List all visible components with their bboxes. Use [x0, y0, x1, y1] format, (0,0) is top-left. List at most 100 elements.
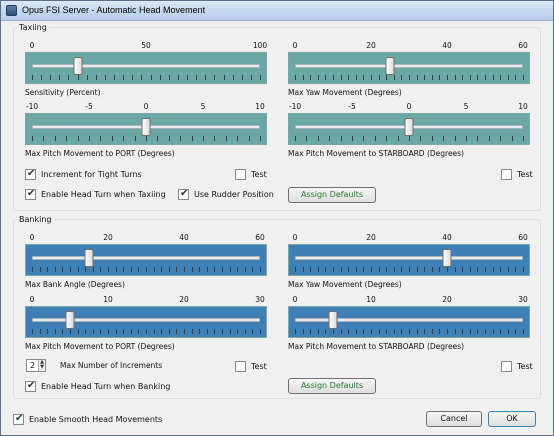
taxi-pitch-starboard-tick-mark: [466, 136, 467, 141]
bank-pitch-port-tick-mark: [237, 329, 239, 334]
ok-button[interactable]: OK: [488, 411, 536, 427]
bank-max-angle-slider[interactable]: [25, 244, 267, 276]
taxi-sensitivity-slider-thumb[interactable]: [73, 57, 83, 75]
taxi-pitch-port-tick-mark: [248, 136, 250, 141]
taxi-max-yaw-slider[interactable]: [288, 52, 530, 84]
bank-pitch-starboard-tick-label: 30: [518, 295, 528, 304]
taxi-sensitivity-tick-label: 100: [252, 41, 268, 50]
bank-pitch-starboard-tick-label: 20: [442, 295, 452, 304]
taxi-pitch-starboard-tick-label: -10: [288, 102, 302, 111]
bank-pitch-port-slider[interactable]: [25, 306, 267, 338]
bank-max-yaw-tick-mark: [416, 267, 418, 272]
bank-test-starboard-checkbox[interactable]: Test: [501, 361, 533, 372]
taxi-sensitivity-tick-mark: [196, 75, 198, 80]
taxi-pitch-port-tick-mark: [225, 136, 227, 141]
bank-max-angle-tick-mark: [229, 267, 231, 272]
bank-max-yaw-slider[interactable]: [288, 244, 530, 276]
bank-max-yaw-tick-mark: [515, 267, 517, 272]
smooth-head-movements-checkbox[interactable]: ✔ Enable Smooth Head Movements: [13, 413, 162, 425]
taxi-pitch-port-slider-thumb[interactable]: [141, 118, 151, 136]
taxi-pitch-starboard-tick-mark: [329, 136, 331, 141]
bank-max-angle-tick-mark: [176, 267, 178, 272]
bank-max-yaw-tick-label: 60: [518, 233, 528, 242]
bank-max-yaw-tick-label: 40: [442, 233, 452, 242]
bank-head-turn-checkbox[interactable]: ✔ Enable Head Turn when Banking: [25, 380, 170, 392]
taxi-pitch-port-tick-mark: [168, 136, 170, 141]
bank-pitch-port-tick-mark: [191, 329, 193, 334]
bank-pitch-starboard-tick-mark: [507, 329, 509, 334]
bank-pitch-port-tick-mark: [146, 329, 147, 334]
taxi-pitch-port-tick-label: 0: [143, 102, 149, 111]
bank-max-angle-slider-thumb[interactable]: [84, 249, 94, 267]
taxi-assign-defaults-button[interactable]: Assign Defaults: [288, 187, 376, 203]
bank-max-yaw-slider-thumb[interactable]: [442, 249, 452, 267]
bank-pitch-port-tick-mark: [161, 329, 163, 334]
max-increments-value: 2: [30, 361, 36, 370]
bank-max-angle-tick-mark: [77, 267, 79, 272]
taxi-pitch-starboard-slider[interactable]: [288, 113, 530, 145]
taxi-max-yaw-slider-thumb[interactable]: [385, 57, 395, 75]
taxi-pitch-port-slider[interactable]: [25, 113, 267, 145]
title-bar: Opus FSI Server - Automatic Head Movemen…: [1, 1, 553, 21]
taxi-max-yaw-tick-mark: [523, 75, 524, 80]
taxi-pitch-port-tick-mark: [214, 136, 216, 141]
taxi-max-yaw-tick-mark: [401, 75, 403, 80]
bank-pitch-starboard-tick-mark: [439, 329, 441, 334]
taxi-sensitivity-slider-rail: [32, 64, 260, 68]
bank-pitch-port-slider-thumb[interactable]: [65, 311, 75, 329]
bank-pitch-starboard-tick-mark: [492, 329, 494, 334]
bank-pitch-port-tick-mark: [115, 329, 117, 334]
bank-max-angle-tick-mark: [168, 267, 170, 272]
bank-pitch-starboard-tick-mark: [355, 329, 357, 334]
taxi-sensitivity-slider[interactable]: [25, 52, 267, 84]
cancel-button[interactable]: Cancel: [426, 411, 482, 427]
taxi-sensitivity-tick-mark: [150, 75, 152, 80]
bank-pitch-starboard-tick-mark: [393, 329, 395, 334]
taxi-pitch-starboard-slider-thumb[interactable]: [404, 118, 414, 136]
bank-pitch-starboard-tick-mark: [310, 329, 312, 334]
bank-pitch-starboard-tick-label: 10: [366, 295, 376, 304]
bank-pitch-starboard-tick-mark: [477, 329, 479, 334]
bank-max-angle-tick-mark: [39, 267, 41, 272]
taxi-head-turn-checkbox[interactable]: ✔ Enable Head Turn when Taxiing: [25, 188, 166, 200]
bank-max-angle-slider-rail: [32, 256, 260, 260]
bank-pitch-starboard-slider[interactable]: [288, 306, 530, 338]
taxi-sensitivity-label: Sensitivity (Percent): [25, 88, 101, 97]
bank-pitch-port-tick-mark: [85, 329, 87, 334]
bank-pitch-starboard-tick-mark: [401, 329, 403, 334]
bank-pitch-starboard-slider-thumb[interactable]: [328, 311, 338, 329]
bank-max-angle-tick-mark: [214, 267, 216, 272]
bank-max-yaw-tick-mark: [469, 267, 471, 272]
taxi-test-starboard-checkbox[interactable]: Test: [501, 169, 533, 180]
bank-pitch-port-tick-mark: [244, 329, 246, 334]
use-rudder-checkbox[interactable]: ✔ Use Rudder Position: [178, 188, 274, 200]
taxi-pitch-starboard-tick-label: 10: [518, 102, 528, 111]
taxi-pitch-starboard-tick-mark: [295, 136, 296, 141]
increment-tight-turns-checkbox[interactable]: ✔ Increment for Tight Turns: [25, 168, 142, 180]
taxi-pitch-port-tick-mark: [157, 136, 159, 141]
taxi-max-yaw-tick-mark: [477, 75, 479, 80]
bank-max-yaw-tick-mark: [424, 267, 426, 272]
taxi-max-yaw-tick-mark: [439, 75, 441, 80]
bank-max-yaw-tick-mark: [302, 267, 304, 272]
bank-pitch-starboard-tick-mark: [317, 329, 319, 334]
taxi-sensitivity-tick-mark: [205, 75, 207, 80]
max-increments-stepper[interactable]: 2 ▲ ▼: [26, 359, 46, 372]
bank-max-angle-tick-mark: [85, 267, 87, 272]
bank-test-port-checkbox[interactable]: Test: [235, 361, 267, 372]
taxi-sensitivity-tick-label: 50: [141, 41, 151, 50]
bank-assign-defaults-button[interactable]: Assign Defaults: [288, 378, 376, 394]
bank-max-angle-tick-mark: [260, 267, 261, 272]
taxi-head-turn-label: Enable Head Turn when Taxiing: [41, 190, 166, 199]
taxi-pitch-port-tick-mark: [180, 136, 182, 141]
bank-max-yaw-tick-mark: [310, 267, 312, 272]
taxi-pitch-starboard-label: Max Pitch Movement to STARBOARD (Degrees…: [288, 149, 465, 158]
taxi-test-port-checkbox[interactable]: Test: [235, 169, 267, 180]
bank-pitch-port-tick-mark: [184, 329, 185, 334]
use-rudder-label: Use Rudder Position: [194, 190, 274, 199]
taxi-max-yaw-tick-mark: [416, 75, 418, 80]
spin-arrows-icon[interactable]: ▲ ▼: [38, 360, 45, 371]
taxi-pitch-port-tick-label: -5: [85, 102, 93, 111]
bank-pitch-port-tick-mark: [54, 329, 56, 334]
bank-pitch-starboard-tick-mark: [386, 329, 388, 334]
